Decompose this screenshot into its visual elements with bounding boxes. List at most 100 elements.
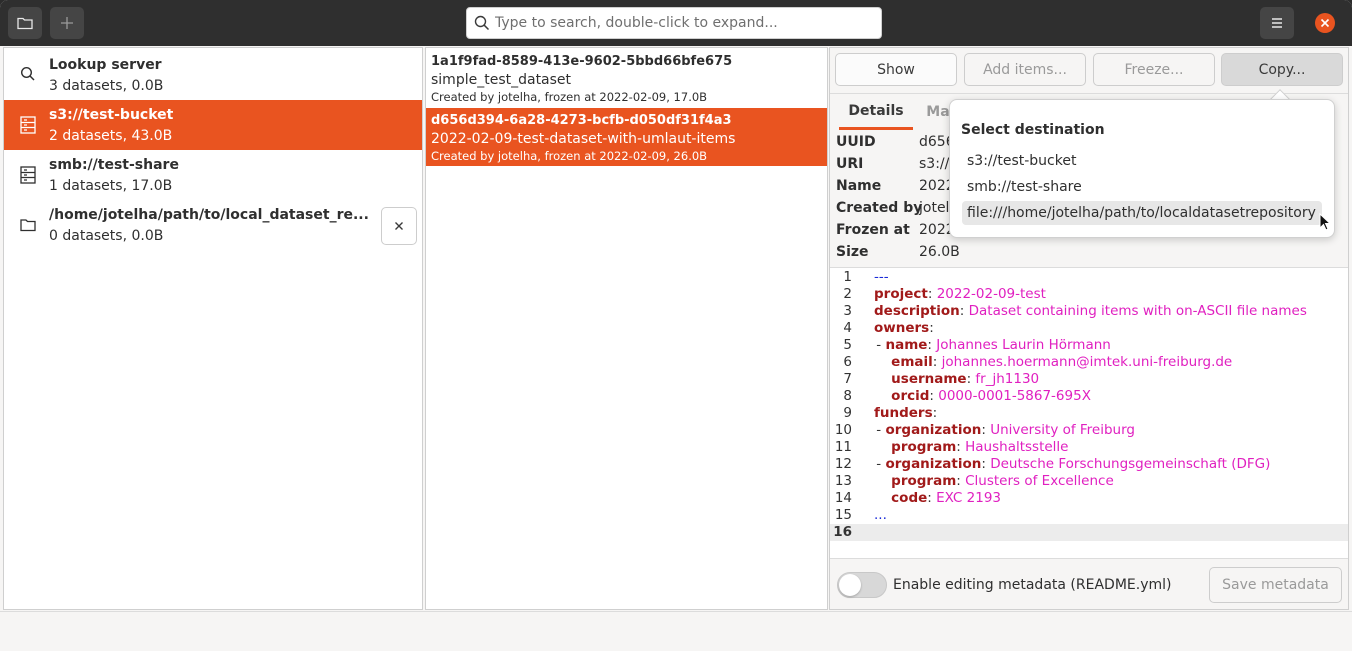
repository-summary: 3 datasets, 0.0B — [49, 78, 164, 94]
dataset-name: 2022-02-09-test-dataset-with-umlaut-item… — [431, 131, 736, 147]
search-box[interactable] — [466, 7, 882, 39]
code-text: - name: Johannes Laurin Hörmann — [876, 337, 1111, 353]
line-number: 10 — [834, 422, 852, 438]
dataset-meta: Created by jotelha, frozen at 2022-02-09… — [431, 149, 708, 163]
line-number: 15 — [834, 507, 852, 523]
detail-key: URI — [836, 156, 864, 172]
detail-value: s3:// — [919, 156, 950, 172]
tab-details[interactable]: Details — [839, 94, 913, 130]
detail-key: Frozen at — [836, 222, 910, 238]
detail-key: Size — [836, 244, 869, 260]
line-number: 2 — [843, 286, 852, 302]
code-text: orcid: 0000-0001-5867-695X — [891, 388, 1091, 404]
search-input[interactable] — [495, 12, 875, 34]
main-menu-button[interactable] — [1260, 7, 1294, 39]
close-icon — [395, 222, 403, 230]
line-number: 13 — [834, 473, 852, 489]
server-icon — [20, 166, 36, 184]
detail-key: Created by — [836, 200, 923, 216]
select-destination-popover: Select destination s3://test-bucket smb:… — [949, 99, 1335, 238]
line-number: 1 — [843, 269, 852, 285]
dataset-item[interactable]: 1a1f9fad-8589-413e-9602-5bbd66bfe675 sim… — [426, 49, 827, 107]
editor-line: 5 - name: Johannes Laurin Hörmann — [830, 337, 1348, 354]
repository-item-s3-test-bucket[interactable]: s3://test-bucket 2 datasets, 43.0B — [4, 100, 422, 150]
server-icon — [20, 116, 36, 134]
add-items-button[interactable]: Add items... — [964, 53, 1086, 86]
hamburger-menu-icon — [1272, 18, 1282, 28]
plus-icon — [61, 17, 73, 29]
popover-title: Select destination — [961, 122, 1105, 138]
repository-summary: 0 datasets, 0.0B — [49, 228, 164, 244]
repository-name: /home/jotelha/path/to/local_dataset_re..… — [49, 207, 369, 223]
destination-option[interactable]: s3://test-bucket — [962, 149, 1322, 173]
repository-list: Lookup server 3 datasets, 0.0B s3://test… — [3, 47, 423, 610]
save-metadata-button[interactable]: Save metadata — [1209, 567, 1342, 603]
editor-line: 15... — [830, 507, 1348, 524]
line-number: 6 — [843, 354, 852, 370]
code-text: code: EXC 2193 — [891, 490, 1001, 506]
enable-editing-label: Enable editing metadata (README.yml) — [893, 577, 1172, 593]
dataset-uuid: 1a1f9fad-8589-413e-9602-5bbd66bfe675 — [431, 54, 733, 69]
code-text: program: Haushaltsstelle — [891, 439, 1069, 455]
window-close-button[interactable] — [1315, 13, 1335, 33]
dataset-name: simple_test_dataset — [431, 72, 572, 88]
search-icon — [474, 15, 490, 31]
copy-button[interactable]: Copy... — [1221, 53, 1343, 86]
readme-editor[interactable]: 1 --- 2 project: 2022-02-09-test 3 descriptio… — [830, 267, 1348, 559]
detail-value: 26.0B — [919, 244, 960, 260]
open-repository-button[interactable] — [8, 7, 42, 39]
repository-summary: 2 datasets, 43.0B — [49, 128, 173, 144]
repository-item-smb-test-share[interactable]: smb://test-share 1 datasets, 17.0B — [4, 150, 422, 200]
repository-item-lookup-server[interactable]: Lookup server 3 datasets, 0.0B — [4, 50, 422, 100]
line-number: 5 — [843, 337, 852, 353]
destination-option[interactable]: smb://test-share — [962, 175, 1322, 199]
repository-item-local[interactable]: /home/jotelha/path/to/local_dataset_re..… — [4, 200, 422, 252]
editor-line: 7 username: fr_jh1130 — [830, 371, 1348, 388]
detail-key: Name — [836, 178, 882, 194]
editor-line: 2 project: 2022-02-09-test — [830, 286, 1348, 303]
line-number: 11 — [834, 439, 852, 455]
folder-icon — [17, 17, 33, 30]
repository-name: Lookup server — [49, 57, 162, 73]
editor-line: 10 - organization: University of Freibur… — [830, 422, 1348, 439]
line-number: 9 — [843, 405, 852, 421]
line-number: 12 — [834, 456, 852, 472]
header-bar — [0, 0, 1352, 46]
status-bar — [0, 611, 1352, 651]
toggle-knob — [839, 574, 861, 596]
destination-option[interactable]: file:///home/jotelha/path/to/localdatase… — [962, 201, 1322, 225]
code-text: description: Dataset containing items wi… — [874, 303, 1307, 319]
dataset-meta: Created by jotelha, frozen at 2022-02-09… — [431, 90, 708, 104]
code-text: - organization: Deutsche Forschungsgemei… — [876, 456, 1271, 472]
line-number: 8 — [843, 388, 852, 404]
close-icon — [1320, 18, 1330, 28]
dataset-uuid: d656d394-6a28-4273-bcfb-d050df31f4a3 — [431, 113, 732, 128]
editor-line: 4 owners: — [830, 320, 1348, 337]
show-button[interactable]: Show — [835, 53, 957, 86]
line-number: 4 — [843, 320, 852, 336]
enable-editing-toggle[interactable] — [837, 572, 887, 598]
line-number: 14 — [834, 490, 852, 506]
editor-line: 1 --- — [830, 269, 1348, 286]
code-text: funders: — [874, 405, 942, 421]
editor-line: 11 program: Haushaltsstelle — [830, 439, 1348, 456]
editor-line: 9 funders: — [830, 405, 1348, 422]
code-text: username: fr_jh1130 — [891, 371, 1040, 387]
editor-line: 16 — [830, 524, 1348, 541]
repository-name: s3://test-bucket — [49, 107, 174, 123]
code-text: owners: — [874, 320, 939, 336]
mouse-cursor-icon — [1319, 213, 1331, 231]
remove-repository-button[interactable] — [381, 207, 417, 245]
line-number: 7 — [843, 371, 852, 387]
freeze-button[interactable]: Freeze... — [1093, 53, 1215, 86]
code-text: ... — [874, 507, 887, 523]
code-text: project: 2022-02-09-test — [874, 286, 1046, 302]
folder-icon — [20, 219, 36, 232]
editor-line: 8 orcid: 0000-0001-5867-695X — [830, 388, 1348, 405]
repository-name: smb://test-share — [49, 157, 179, 173]
search-icon — [20, 66, 35, 81]
dataset-item-selected[interactable]: d656d394-6a28-4273-bcfb-d050df31f4a3 202… — [426, 108, 827, 166]
editor-line: 12 - organization: Deutsche Forschungsge… — [830, 456, 1348, 473]
detail-value: jotel — [919, 200, 950, 216]
add-button[interactable] — [50, 7, 84, 39]
